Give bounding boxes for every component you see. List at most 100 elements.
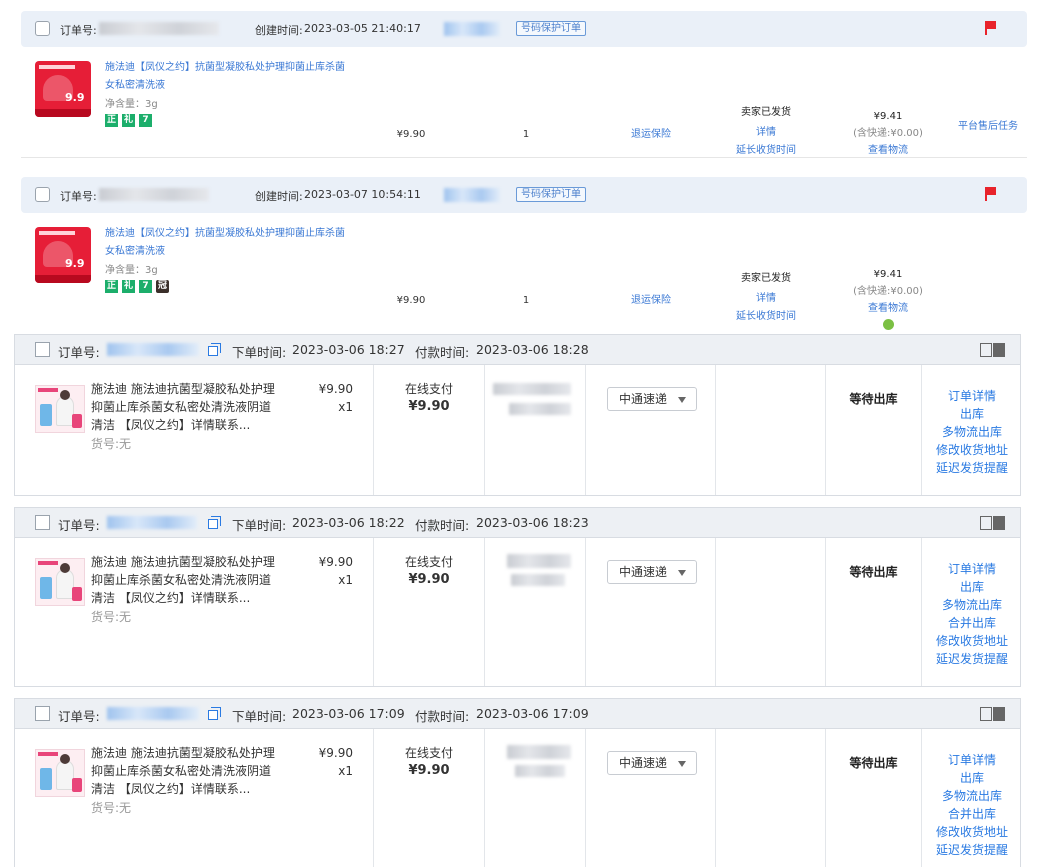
order-no-label: 订单号:	[58, 345, 100, 360]
address-redacted	[511, 574, 565, 586]
shipping-fee: (含快递:¥0.00)	[853, 286, 923, 297]
price-qty: ¥9.90 x1	[319, 553, 353, 589]
edit-address-link[interactable]: 修改收货地址	[922, 823, 1022, 841]
multi-logistics-link[interactable]: 多物流出库	[922, 596, 1022, 614]
unit-price: ¥9.90	[318, 746, 353, 760]
courier-select[interactable]: 中通速递	[607, 560, 697, 584]
gift-badge-icon: 礼	[122, 280, 135, 293]
courier-selected: 中通速递	[619, 565, 668, 579]
product-title-link[interactable]: 施法迪【凤仪之约】抗菌型凝胶私处护理抑菌止库杀菌女私密清洗液	[105, 225, 345, 261]
ship-out-link[interactable]: 出库	[922, 405, 1022, 423]
pay-time-label: 付款时间:	[415, 709, 470, 724]
ship-out-link[interactable]: 出库	[922, 769, 1022, 787]
status-cell: 等待出库	[826, 365, 922, 495]
order-detail-link[interactable]: 订单详情	[922, 387, 1022, 405]
edit-address-link[interactable]: 修改收货地址	[922, 441, 1022, 459]
order-header: 订单号: 下单时间: 2023-03-06 17:09 付款时间: 2023-0…	[15, 699, 1020, 729]
pay-amount: ¥9.90	[408, 572, 450, 587]
unit-price: ¥9.90	[318, 382, 353, 396]
detail-link[interactable]: 详情	[721, 290, 811, 307]
flag-icon[interactable]	[985, 21, 997, 35]
after-sale-task-link[interactable]: 平台售后任务	[958, 120, 1018, 133]
unit-price: ¥9.90	[396, 129, 426, 140]
remark-cell	[716, 538, 826, 686]
order-actions: 订单详情 出库 多物流出库 合并出库 修改收货地址 延迟发货提醒	[922, 560, 1022, 668]
courier-select[interactable]: 中通速递	[607, 387, 697, 411]
order-select-checkbox[interactable]	[35, 187, 50, 202]
payment-info: 在线支付 ¥9.90	[374, 744, 484, 780]
service-badges: 正 礼 7	[105, 114, 152, 127]
buyer-redacted	[507, 745, 571, 759]
courier-selected: 中通速递	[619, 392, 668, 406]
gift-badge-icon: 礼	[122, 114, 135, 127]
divider	[21, 157, 1027, 158]
merge-ship-link[interactable]: 合并出库	[922, 614, 1022, 632]
product-thumbnail[interactable]: 9.9	[35, 227, 91, 283]
chevron-down-icon	[678, 761, 686, 767]
order-select-checkbox[interactable]	[35, 21, 50, 36]
order-status: 等待出库	[849, 756, 898, 770]
order-time: 2023-03-06 17:09	[292, 706, 405, 721]
memo-book-icon[interactable]	[980, 707, 1006, 721]
product-thumbnail[interactable]	[35, 385, 85, 433]
product-thumbnail[interactable]: 9.9	[35, 61, 91, 117]
buyer-redacted	[444, 22, 500, 36]
product-thumbnail[interactable]	[35, 558, 85, 606]
order-status: 等待出库	[849, 565, 898, 579]
copy-icon[interactable]	[208, 516, 221, 529]
view-logistics-link[interactable]: 查看物流	[843, 300, 933, 317]
edit-address-link[interactable]: 修改收货地址	[922, 632, 1022, 650]
created-time: 2023-03-07 10:54:11	[304, 188, 421, 201]
unit-price: ¥9.90	[396, 295, 426, 306]
order-no-label: 订单号:	[58, 709, 100, 724]
delay-reminder-link[interactable]: 延迟发货提醒	[922, 459, 1022, 477]
logistics-status-icon	[882, 319, 894, 330]
copy-icon[interactable]	[208, 707, 221, 720]
extend-receipt-link[interactable]: 延长收货时间	[721, 308, 811, 325]
courier-select[interactable]: 中通速递	[607, 751, 697, 775]
order-detail-link[interactable]: 订单详情	[922, 751, 1022, 769]
pay-time-label: 付款时间:	[415, 518, 470, 533]
order-status: 卖家已发货	[741, 107, 791, 118]
product-title-link[interactable]: 施法迪【凤仪之约】抗菌型凝胶私处护理抑菌止库杀菌女私密清洗液	[105, 59, 345, 95]
order-detail-link[interactable]: 订单详情	[922, 560, 1022, 578]
actions-cell: 订单详情 出库 多物流出库 合并出库 修改收货地址 延迟发货提醒	[922, 538, 1022, 686]
memo-book-icon[interactable]	[980, 516, 1006, 530]
product-thumbnail[interactable]	[35, 749, 85, 797]
ship-out-link[interactable]: 出库	[922, 578, 1022, 596]
multi-logistics-link[interactable]: 多物流出库	[922, 423, 1022, 441]
order-header: 订单号: 下单时间: 2023-03-06 18:22 付款时间: 2023-0…	[15, 508, 1020, 538]
order-no-redacted	[107, 707, 199, 720]
pay-method: 在线支付	[404, 555, 453, 569]
order-select-checkbox[interactable]	[35, 342, 50, 357]
pay-time: 2023-03-06 18:23	[476, 515, 589, 530]
order-time-label: 下单时间:	[232, 518, 287, 533]
detail-link[interactable]: 详情	[721, 124, 811, 141]
erp-order-card: 订单号: 下单时间: 2023-03-06 18:27 付款时间: 2023-0…	[14, 334, 1021, 496]
order-select-checkbox[interactable]	[35, 515, 50, 530]
status-cell: 等待出库	[826, 729, 922, 867]
crown-badge-icon: 冠	[156, 280, 169, 293]
return-insurance-link[interactable]: 退运保险	[616, 126, 686, 143]
price-qty: ¥9.90 x1	[319, 744, 353, 780]
price-qty: ¥9.90 x1	[319, 380, 353, 416]
order-select-checkbox[interactable]	[35, 706, 50, 721]
delay-reminder-link[interactable]: 延迟发货提醒	[922, 650, 1022, 668]
order-no-redacted	[99, 22, 219, 35]
order-body: 施法迪 施法迪抗菌型凝胶私处护理抑菌止库杀菌女私密处清洗液阴道清洁 【凤仪之约】…	[15, 365, 1020, 495]
merge-ship-link[interactable]: 合并出库	[922, 805, 1022, 823]
buyer-cell	[485, 729, 586, 867]
order-time: 2023-03-06 18:27	[292, 342, 405, 357]
payment-cell: 在线支付 ¥9.90	[374, 729, 485, 867]
memo-book-icon[interactable]	[980, 343, 1006, 357]
flag-icon[interactable]	[985, 187, 997, 201]
return-insurance-link[interactable]: 退运保险	[616, 292, 686, 309]
buyer-redacted	[493, 383, 571, 395]
product-title: 施法迪 施法迪抗菌型凝胶私处护理抑菌止库杀菌女私密处清洗液阴道清洁 【凤仪之约】…	[91, 555, 275, 605]
delay-reminder-link[interactable]: 延迟发货提醒	[922, 841, 1022, 859]
unit-price: ¥9.90	[318, 555, 353, 569]
payment-info: 在线支付 ¥9.90	[374, 553, 484, 589]
product-cell: 施法迪 施法迪抗菌型凝胶私处护理抑菌止库杀菌女私密处清洗液阴道清洁 【凤仪之约】…	[15, 538, 374, 686]
copy-icon[interactable]	[208, 343, 221, 356]
multi-logistics-link[interactable]: 多物流出库	[922, 787, 1022, 805]
